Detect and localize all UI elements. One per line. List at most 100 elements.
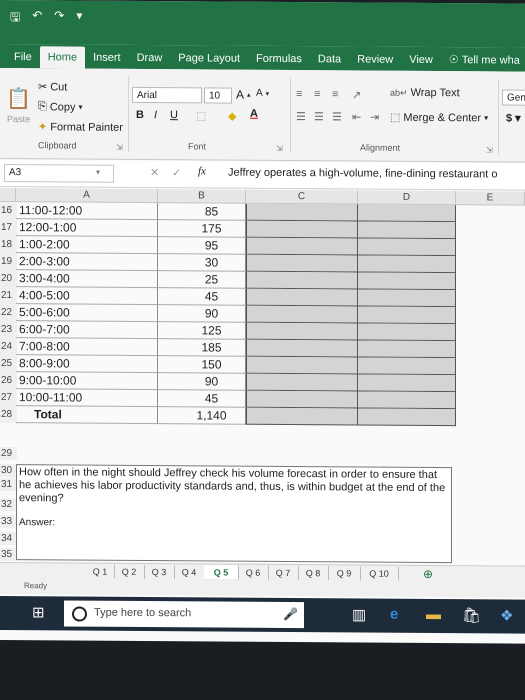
tab-draw[interactable]: Draw [129,47,171,69]
borders-icon[interactable]: ⬚ [196,109,206,122]
cell-d[interactable] [358,374,456,393]
underline-button[interactable]: U [170,109,178,121]
align-middle-icon[interactable]: ≡ [314,88,320,100]
cell-time[interactable]: 2:00-3:00 [16,253,158,272]
microphone-icon[interactable]: 🎤 [283,607,298,621]
align-right-icon[interactable]: ☰ [332,110,342,123]
redo-icon[interactable]: ↷ [54,8,64,29]
row-number[interactable]: 29 [0,447,17,461]
tab-formulas[interactable]: Formulas [248,48,310,70]
cell-d[interactable] [358,238,456,257]
sheet-tab-q6[interactable]: Q 6 [238,565,269,580]
cell-d[interactable] [358,408,456,427]
cell-c[interactable] [246,407,358,426]
align-left-icon[interactable]: ☰ [296,110,306,123]
row-number[interactable]: 22 [0,304,17,322]
sheet-tab-q3[interactable]: Q 3 [144,565,175,580]
tab-home[interactable]: Home [39,46,86,69]
cell-value[interactable]: 175 [158,220,246,238]
cell-value[interactable]: 125 [158,322,246,340]
file-explorer-icon[interactable]: ▬ [426,606,441,623]
orientation-icon[interactable]: ↗ [352,88,361,101]
cell-value[interactable]: 90 [158,373,246,391]
cell-c[interactable] [246,271,358,290]
question-textbox[interactable]: How often in the night should Jeffrey ch… [16,464,452,564]
cell-time[interactable]: 9:00-10:00 [16,372,158,391]
alignment-launcher-icon[interactable]: ⇲ [486,145,493,154]
sheet-tab-q1[interactable]: Q 1 [86,564,115,579]
column-header-d[interactable]: D [358,190,456,206]
cell-c[interactable] [246,373,358,392]
row-number[interactable]: 23 [0,321,17,339]
row-number[interactable]: 26 [0,372,17,390]
column-header-b[interactable]: B [158,189,246,204]
tab-data[interactable]: Data [310,48,349,70]
sheet-tab-q4[interactable]: Q 4 [174,565,205,580]
cell-d[interactable] [358,272,456,291]
cell-value[interactable]: 185 [158,339,246,357]
edge-icon[interactable]: e [390,606,398,623]
cell-time[interactable]: 10:00-11:00 [16,389,158,408]
cell-time[interactable]: 8:00-9:00 [16,355,158,374]
cell-d[interactable] [358,204,456,223]
cell-c[interactable] [246,305,358,324]
cut-button[interactable]: ✂ Cut [38,80,67,93]
row-number[interactable]: 17 [0,219,17,237]
cell-time[interactable]: 1:00-2:00 [16,236,158,255]
cell-d[interactable] [358,306,456,325]
decrease-indent-icon[interactable]: ⇤ [352,110,361,123]
row-number[interactable]: 30 [0,464,17,478]
row-number[interactable]: 24 [0,338,17,356]
formula-input[interactable]: Jeffrey operates a high-volume, fine-din… [228,167,525,181]
row-number[interactable]: 32 [0,498,17,512]
sheet-tab-q2[interactable]: Q 2 [114,564,145,580]
row-number[interactable]: 35 [0,548,17,562]
column-header-a[interactable]: A [16,188,158,204]
font-launcher-icon[interactable]: ⇲ [276,144,283,153]
cell-d[interactable] [358,255,456,274]
sheet-tab-q9[interactable]: Q 9 [328,566,361,581]
fill-color-icon[interactable]: ◆ [228,110,236,123]
copy-button[interactable]: ⎘ Copy ▾ [38,100,83,113]
cell-c[interactable] [246,356,358,375]
cell-d[interactable] [358,221,456,240]
increase-font-icon[interactable]: A ▴ [236,88,251,102]
tab-page-layout[interactable]: Page Layout [170,47,248,70]
row-number[interactable]: 20 [0,270,17,288]
row-number[interactable]: 19 [0,253,17,271]
currency-icon[interactable]: $ ▾ [506,112,521,125]
cell-c[interactable] [246,220,358,239]
row-number[interactable]: 34 [0,532,17,546]
cell-value[interactable]: 150 [158,356,246,374]
decrease-font-icon[interactable]: A ▾ [256,88,269,99]
cell-time[interactable]: 3:00-4:00 [16,270,158,289]
font-color-icon[interactable]: A [250,108,258,120]
merge-center-button[interactable]: ⬚ Merge & Center ▾ [390,111,488,125]
cell-value[interactable]: 45 [158,288,246,306]
clipboard-launcher-icon[interactable]: ⇲ [116,143,123,152]
cell-time[interactable]: 6:00-7:00 [16,321,158,340]
increase-indent-icon[interactable]: ⇥ [370,111,379,124]
cell-total-label[interactable]: Total [16,406,158,425]
tell-me-box[interactable]: ☉ Tell me wha [441,49,525,72]
row-number[interactable]: 27 [0,389,17,407]
bold-button[interactable]: B [136,109,144,121]
cancel-icon[interactable]: ✕ [150,166,159,179]
tab-review[interactable]: Review [349,48,401,70]
select-all-corner[interactable] [0,188,16,203]
cell-c[interactable] [246,339,358,358]
cell-c[interactable] [246,237,358,256]
column-header-c[interactable]: C [246,189,358,205]
tab-view[interactable]: View [401,49,441,71]
format-painter-button[interactable]: ✦ Format Painter [38,120,123,134]
tab-file[interactable]: File [6,46,40,68]
cell-c[interactable] [246,254,358,273]
align-bottom-icon[interactable]: ≡ [332,88,338,100]
cell-time[interactable]: 11:00-12:00 [16,202,158,221]
row-number[interactable]: 16 [0,202,17,220]
wrap-text-button[interactable]: ab↵ Wrap Text [390,87,460,99]
font-size-select[interactable]: 10 [204,87,232,104]
task-view-icon[interactable]: ▥ [352,605,366,623]
align-center-icon[interactable]: ☰ [314,110,324,123]
row-number[interactable]: 33 [0,515,17,529]
